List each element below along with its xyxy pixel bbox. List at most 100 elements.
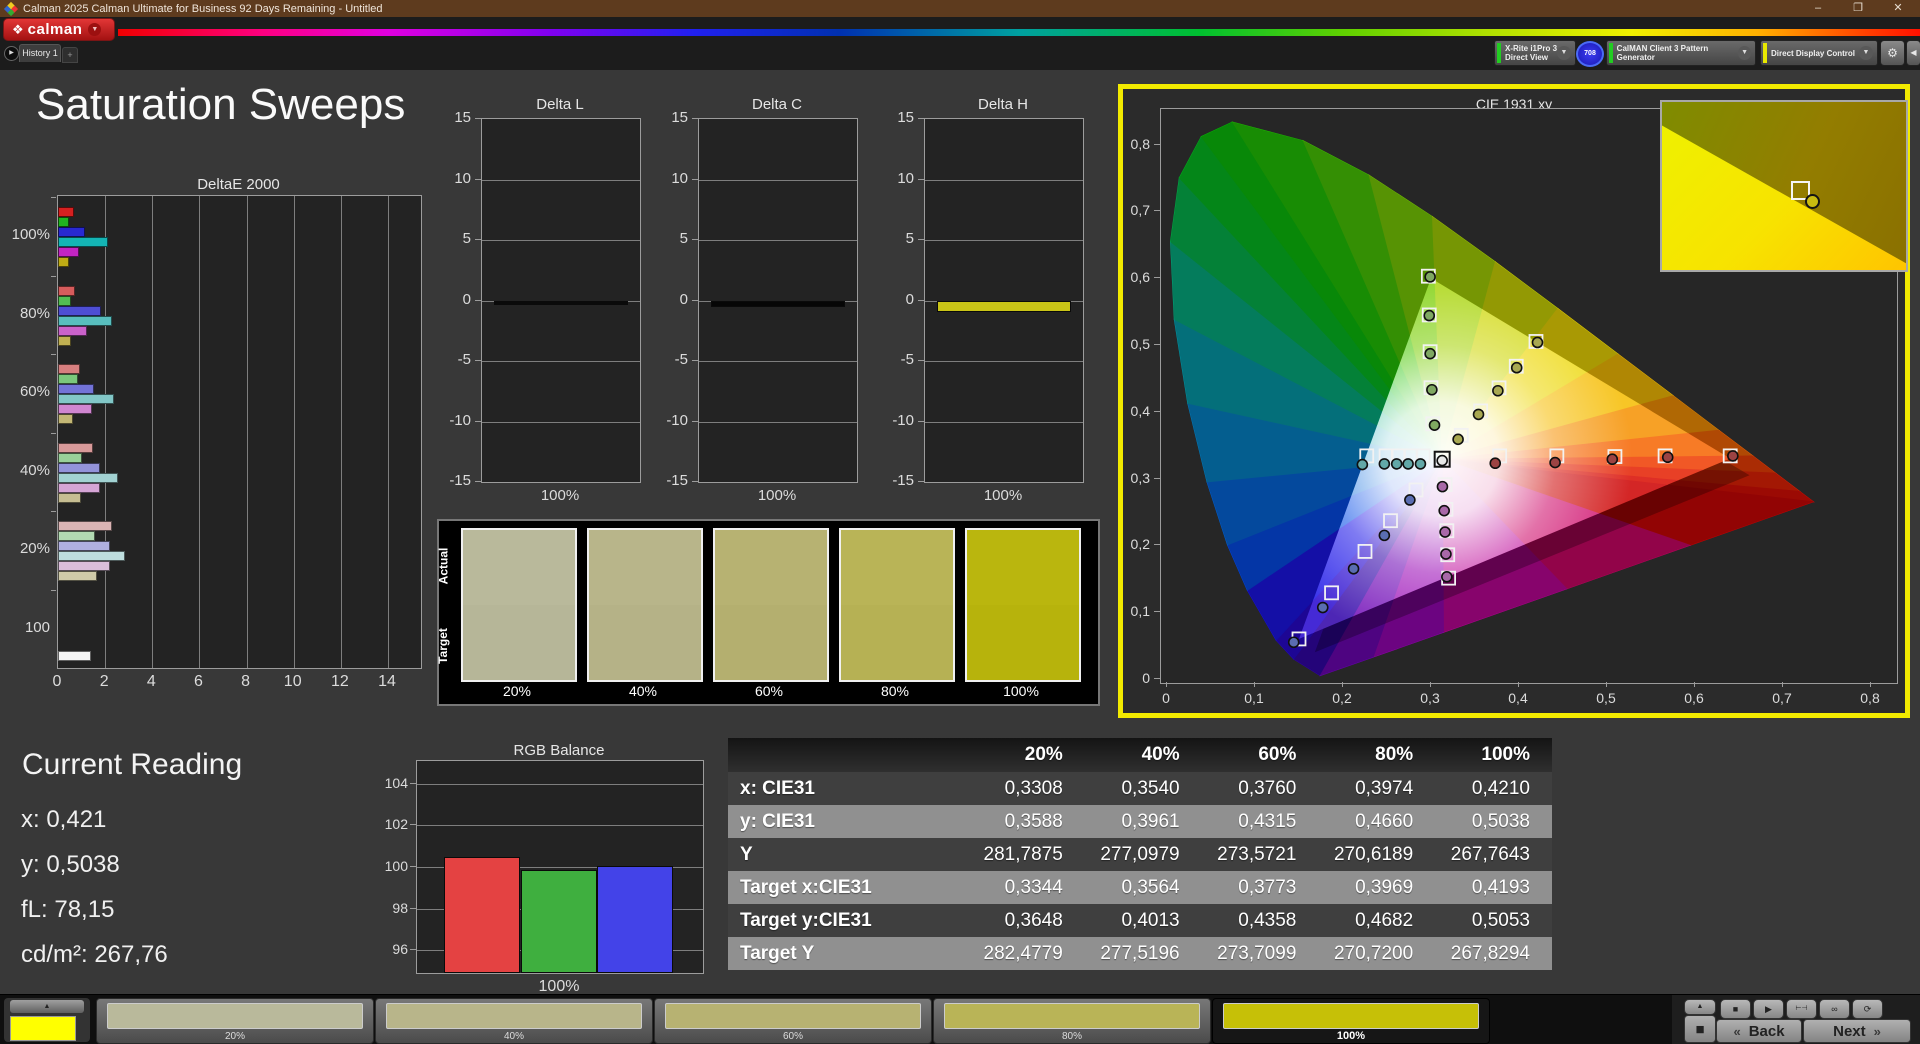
y-tick-label: 0,8 (1130, 135, 1150, 152)
settings-gear-button[interactable]: ⚙ (1880, 40, 1905, 66)
delta-c-chart-title: Delta C (751, 96, 803, 113)
measured-marker-cyan (1402, 458, 1414, 470)
row-label: x: CIE31 (740, 777, 815, 799)
measured-marker-green (1424, 271, 1436, 283)
loop-continuous-button[interactable]: ∞ (1819, 999, 1850, 1019)
deltae-bar-100%-4 (58, 247, 79, 257)
measured-marker-red (1549, 456, 1561, 469)
measured-marker-yellow (1472, 408, 1485, 421)
group-label: 100% (11, 226, 50, 243)
deltae-bar-80%-5 (58, 335, 71, 346)
x-tick-label: 0,1 (1244, 690, 1264, 706)
current-pattern-cell: ▲ (4, 998, 90, 1042)
next-button[interactable]: Next » (1803, 1019, 1911, 1043)
table-cell: 0,4193 (1471, 876, 1530, 898)
collapse-panel-button[interactable]: ◀ (1906, 40, 1920, 66)
measured-marker-cyan (1414, 458, 1427, 470)
play-icon-button[interactable]: ▶ (1753, 999, 1784, 1019)
gridline (482, 240, 640, 241)
expand-up-button[interactable]: ▲ (10, 1000, 84, 1013)
stop-icon-button[interactable]: ■ (1720, 999, 1751, 1019)
swatch-actual-60% (715, 530, 827, 605)
gridline (388, 196, 389, 668)
inset-measured-marker (1804, 194, 1820, 210)
current-pattern-swatch (10, 1016, 76, 1041)
meter-connect-button[interactable]: X-Rite i1Pro 3 Direct View ▼ (1494, 40, 1576, 66)
table-cell: 277,0979 (1100, 843, 1180, 865)
deltae-bar-100%-0 (58, 207, 75, 217)
x-tick (1606, 682, 1607, 687)
y-tick (475, 420, 481, 422)
y-tick (692, 420, 698, 422)
pattern-level-button-60%[interactable]: 60% (654, 998, 932, 1044)
x-tick (1254, 682, 1255, 687)
tab-scroll-button[interactable]: ▶ (4, 46, 19, 61)
y-tick (918, 239, 924, 240)
swatch-actual-40% (589, 530, 701, 605)
calman-menu-button[interactable]: ❖ calman ▼ (3, 18, 115, 41)
pattern-generator-button[interactable]: CalMAN Client 3 Pattern Generator ▼ (1606, 40, 1756, 66)
current-reading-y: y: 0,5038 (21, 851, 120, 878)
pattern-level-swatch (107, 1003, 363, 1029)
y-tick-label: 15 (897, 109, 914, 126)
measured-marker-red (1661, 451, 1674, 464)
table-cell: 0,4315 (1238, 810, 1297, 832)
minimize-button[interactable]: – (1798, 0, 1838, 17)
table-column-header: 20% (1024, 744, 1063, 765)
measurement-table: 20% 40% 60% 80% 100% x: CIE31 0,3308 0,3540 0,37… (728, 738, 1552, 970)
close-button[interactable]: ✕ (1878, 0, 1918, 17)
measured-marker-red (1489, 457, 1502, 470)
y-tick (410, 782, 416, 784)
y-tick (410, 907, 416, 909)
table-cell: 277,5196 (1100, 942, 1180, 964)
pattern-level-button-20%[interactable]: 20% (96, 998, 374, 1044)
y-tick-label: -5 (674, 351, 688, 368)
expand-up-button[interactable]: ▲ (1684, 999, 1716, 1015)
add-tab-button[interactable]: + (62, 47, 78, 63)
tab-history-1[interactable]: History 1 (19, 44, 61, 62)
deltae-bar-100-0 (58, 651, 91, 661)
display-control-button[interactable]: Direct Display Control ▼ (1760, 40, 1878, 66)
pattern-level-button-80%[interactable]: 80% (933, 998, 1211, 1044)
stop-pattern-button[interactable]: ■ (1684, 1015, 1716, 1043)
group-label: 80% (19, 304, 50, 322)
pattern-level-button-100%[interactable]: 100% (1212, 998, 1490, 1044)
y-tick-label: 98 (392, 899, 408, 916)
measured-marker-green (1424, 347, 1436, 360)
maximize-button[interactable]: ❐ (1838, 0, 1878, 17)
gridline (199, 196, 201, 668)
cie1931-zoom-inset (1660, 100, 1908, 272)
swatch-actual-100% (967, 530, 1079, 605)
measured-marker-magenta (1436, 480, 1449, 493)
pattern-level-button-40%[interactable]: 40% (375, 998, 653, 1044)
back-button[interactable]: « Back (1716, 1019, 1802, 1043)
deltae-bar-20%-5 (58, 571, 97, 582)
deltae-bar-80%-1 (58, 295, 71, 306)
table-cell: 0,4210 (1471, 777, 1530, 799)
measured-marker-magenta (1440, 548, 1452, 560)
group-label: 60% (19, 383, 50, 401)
measured-marker-green (1426, 383, 1438, 396)
deltae-bar-100%-2 (58, 227, 85, 237)
deltae-bar-60%-2 (58, 384, 95, 395)
table-row: Target y:CIE31 0,3648 0,4013 0,4358 0,4682 0,… (728, 904, 1552, 937)
step-pattern-button[interactable]: ⊢⊣ (1786, 999, 1817, 1019)
y-tick (918, 481, 924, 482)
chevron-down-icon: ▼ (1557, 46, 1571, 60)
x-tick-label: 0,7 (1772, 690, 1792, 706)
deltae-bar-40%-2 (58, 462, 101, 473)
table-cell: 0,3540 (1121, 777, 1180, 799)
measured-marker-red (1727, 450, 1739, 462)
gridline (293, 196, 295, 668)
y-tick-label: 10 (671, 169, 688, 187)
deltae-bar-40%-0 (58, 442, 93, 453)
refresh-button[interactable]: ⟳ (1852, 999, 1883, 1019)
table-column-header: 60% (1258, 744, 1297, 765)
y-tick (51, 590, 56, 591)
y-tick (692, 360, 698, 361)
swatch-20% (461, 528, 577, 682)
swatch-label: 60% (754, 683, 784, 699)
y-tick (918, 360, 924, 361)
delta-c-chart (698, 118, 858, 483)
rgb-bar-red (444, 856, 520, 973)
